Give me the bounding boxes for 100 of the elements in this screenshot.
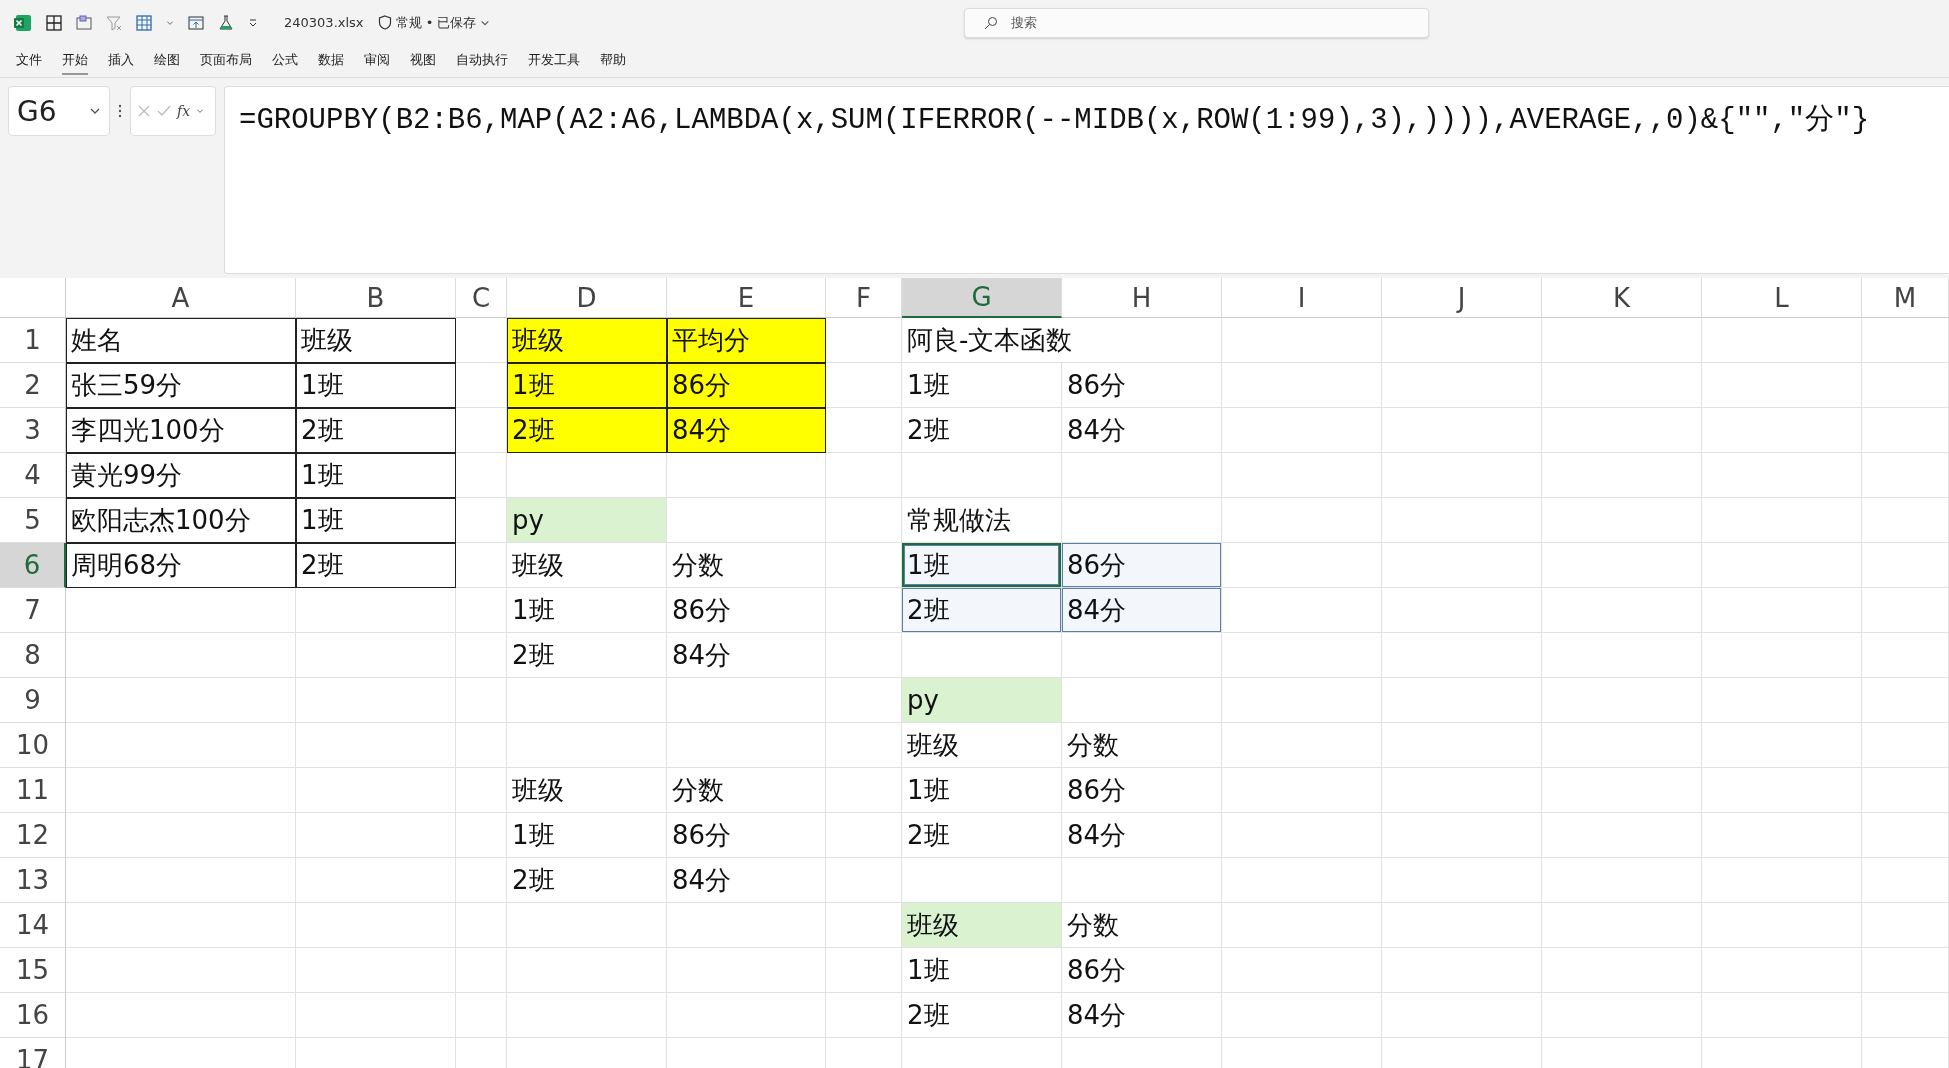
table-cell[interactable] — [1702, 453, 1862, 498]
table-cell[interactable] — [1542, 858, 1702, 903]
table-cell[interactable] — [456, 588, 507, 633]
table-cell[interactable] — [1222, 678, 1382, 723]
table-cell[interactable]: 分数 — [1062, 723, 1222, 768]
table-cell[interactable]: 阿良-文本函数 — [902, 318, 1222, 363]
table-cell[interactable] — [456, 813, 507, 858]
table-cell[interactable]: 分数 — [1062, 903, 1222, 948]
table-cell[interactable]: 2班 — [507, 858, 667, 903]
ribbon-tab[interactable]: 数据 — [318, 47, 344, 75]
table-cell[interactable] — [826, 813, 902, 858]
table-cell[interactable]: 84分 — [1062, 588, 1222, 633]
table-cell[interactable]: 班级 — [902, 723, 1062, 768]
table-cell[interactable] — [456, 993, 507, 1038]
table-cell[interactable] — [1382, 543, 1542, 588]
table-cell[interactable]: 84分 — [667, 858, 826, 903]
table-cell[interactable] — [1382, 858, 1542, 903]
table-cell[interactable] — [667, 723, 826, 768]
table-cell[interactable]: 分数 — [667, 768, 826, 813]
table-cell[interactable] — [1382, 588, 1542, 633]
table-cell[interactable] — [826, 633, 902, 678]
table-cell[interactable] — [1702, 543, 1862, 588]
table-cell[interactable] — [1702, 318, 1862, 363]
table-cell[interactable]: 班级 — [507, 768, 667, 813]
table-cell[interactable] — [1542, 408, 1702, 453]
table-cell[interactable] — [1542, 633, 1702, 678]
table-cell[interactable] — [1702, 588, 1862, 633]
table-cell[interactable] — [1382, 678, 1542, 723]
table-cell[interactable] — [1702, 363, 1862, 408]
table-cell[interactable] — [1222, 498, 1382, 543]
table-cell[interactable] — [1862, 543, 1949, 588]
row-header[interactable]: 6 — [0, 543, 66, 588]
table-cell[interactable] — [1542, 363, 1702, 408]
row-header[interactable]: 5 — [0, 498, 66, 543]
table-cell[interactable]: 欧阳志杰100分 — [66, 498, 296, 543]
grid-icon[interactable] — [46, 14, 62, 31]
table-cell[interactable] — [1542, 543, 1702, 588]
table-cell[interactable] — [826, 318, 902, 363]
row-header[interactable]: 16 — [0, 993, 66, 1038]
table-cell[interactable]: 2班 — [296, 408, 456, 453]
ribbon-tab[interactable]: 页面布局 — [200, 47, 252, 75]
column-header[interactable]: L — [1702, 278, 1862, 318]
table-cell[interactable] — [1542, 723, 1702, 768]
row-header[interactable]: 8 — [0, 633, 66, 678]
table-cell[interactable] — [507, 723, 667, 768]
table-cell[interactable]: 86分 — [667, 588, 826, 633]
table-cell[interactable] — [1862, 408, 1949, 453]
column-header[interactable]: J — [1382, 278, 1542, 318]
table-cell[interactable] — [1542, 498, 1702, 543]
table-cell[interactable] — [66, 858, 296, 903]
table-cell[interactable] — [1542, 588, 1702, 633]
column-header[interactable]: I — [1222, 278, 1382, 318]
table-cell[interactable] — [1382, 633, 1542, 678]
ribbon-tab[interactable]: 自动执行 — [456, 47, 508, 75]
table-cell[interactable] — [296, 858, 456, 903]
customize-toolbar-icon[interactable] — [248, 17, 258, 28]
table-cell[interactable]: 平均分 — [667, 318, 826, 363]
table-cell[interactable] — [456, 543, 507, 588]
table-cell[interactable]: 2班 — [296, 543, 456, 588]
table-cell[interactable] — [1222, 318, 1382, 363]
table-cell[interactable] — [1382, 318, 1542, 363]
table-cell[interactable]: 84分 — [667, 408, 826, 453]
table-cell[interactable] — [1222, 453, 1382, 498]
table-cell[interactable] — [456, 453, 507, 498]
table-cell[interactable] — [667, 993, 826, 1038]
table-cell[interactable] — [1862, 678, 1949, 723]
table-cell[interactable] — [1222, 588, 1382, 633]
table-cell[interactable] — [1862, 588, 1949, 633]
table-cell[interactable] — [826, 498, 902, 543]
table-cell[interactable]: 李四光100分 — [66, 408, 296, 453]
table-cell[interactable] — [507, 993, 667, 1038]
table-cell[interactable]: 班级 — [507, 318, 667, 363]
table-cell[interactable] — [1222, 723, 1382, 768]
table-cell[interactable] — [507, 903, 667, 948]
row-header[interactable]: 1 — [0, 318, 66, 363]
table-cell[interactable]: 86分 — [1062, 768, 1222, 813]
table-cell[interactable] — [1062, 633, 1222, 678]
table-cell[interactable] — [507, 948, 667, 993]
ribbon-tab[interactable]: 开始 — [62, 47, 88, 75]
table-cell[interactable] — [1382, 813, 1542, 858]
table-cell[interactable] — [1542, 903, 1702, 948]
ribbon-tab[interactable]: 文件 — [16, 47, 42, 75]
upload-window-icon[interactable] — [188, 14, 204, 31]
filter-clear-icon[interactable] — [106, 14, 122, 31]
table-cell[interactable]: 1班 — [507, 813, 667, 858]
table-cell[interactable] — [296, 768, 456, 813]
table-cell[interactable]: 2班 — [902, 813, 1062, 858]
column-header[interactable]: A — [66, 278, 296, 318]
table-cell[interactable]: 张三59分 — [66, 363, 296, 408]
table-cell[interactable]: 1班 — [296, 363, 456, 408]
table-cell[interactable] — [1382, 723, 1542, 768]
table-cell[interactable] — [1222, 858, 1382, 903]
row-header[interactable]: 4 — [0, 453, 66, 498]
table-cell[interactable] — [1862, 723, 1949, 768]
table-cell[interactable] — [1702, 408, 1862, 453]
table-cell[interactable] — [1702, 633, 1862, 678]
table-cell[interactable] — [1542, 993, 1702, 1038]
spreadsheet-logo-icon[interactable] — [14, 13, 32, 32]
table-cell[interactable] — [456, 858, 507, 903]
table-cell[interactable]: 班级 — [902, 903, 1062, 948]
